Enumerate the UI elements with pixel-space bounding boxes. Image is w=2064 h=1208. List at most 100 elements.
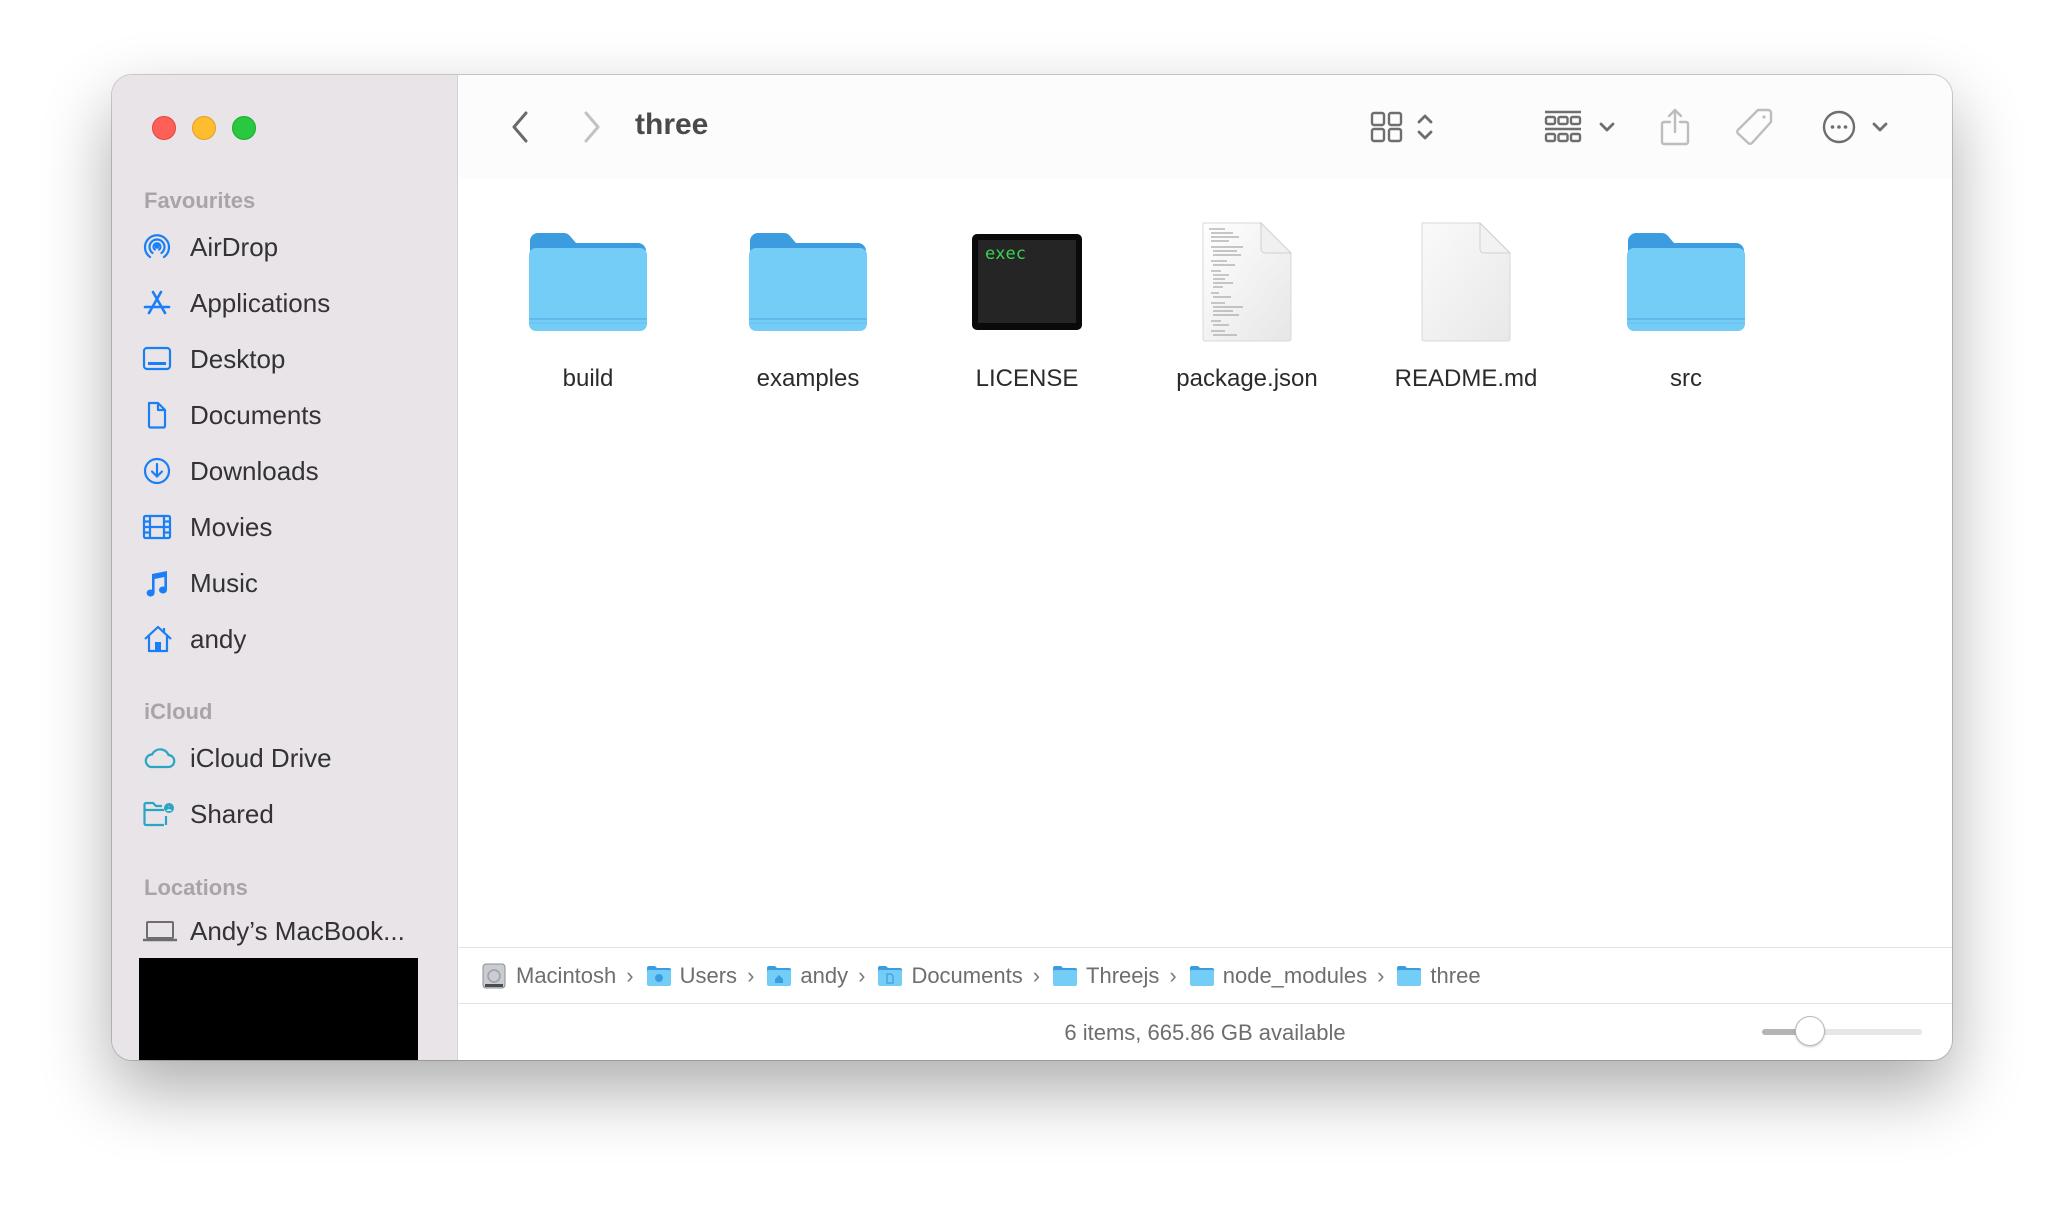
path-crumb-label: node_modules [1222,962,1368,988]
file-item-license[interactable]: exec LICENSE [927,217,1127,397]
share-icon [1660,108,1690,146]
home-folder-icon [766,964,792,988]
film-icon [142,511,178,543]
sidebar-item-applications[interactable]: Applications [142,279,437,327]
chevron-down-icon [1872,122,1888,132]
desktop-icon [142,343,178,375]
users-folder-icon [646,964,672,988]
path-crumb-label: andy [800,962,849,988]
sidebar-item-label: Downloads [190,455,319,486]
group-by-button[interactable] [1542,107,1618,147]
path-crumb-label: three [1430,962,1481,988]
path-crumb-users[interactable]: Users › [646,963,767,989]
back-button[interactable] [502,107,538,147]
slider-thumb[interactable] [1794,1016,1825,1046]
view-mode-button[interactable] [1366,107,1438,147]
close-button[interactable] [152,116,176,140]
file-item-build[interactable]: build [488,217,688,397]
finder-window: Favourites AirDrop Applications Desktop … [112,75,1952,1060]
file-name: README.md [1394,365,1538,392]
group-icon [1544,110,1582,143]
sidebar-item-label: Music [190,567,258,598]
home-icon [142,623,178,655]
path-bar: Macintosh › Users › andy › Documents › T… [458,947,1952,1004]
sidebar-item-airdrop[interactable]: AirDrop [142,223,437,271]
sidebar-item-desktop[interactable]: Desktop [142,335,437,383]
sidebar-item-andy[interactable]: andy [142,615,437,663]
text-document-icon [1177,217,1317,347]
sidebar-item-music[interactable]: Music [142,559,437,607]
file-name: examples [756,365,860,392]
folder-icon [1052,964,1078,988]
path-crumb-label: Macintosh [516,962,617,988]
laptop-icon [142,915,178,947]
download-icon [142,455,178,487]
status-text: 6 items, 665.86 GB available [1064,1020,1346,1045]
icon-grid-icon [1370,111,1403,143]
path-separator: › [1377,962,1385,988]
blank-document-icon [1396,217,1536,347]
path-crumb-documents[interactable]: Documents › [877,963,1052,989]
folder-icon [1189,964,1215,988]
sidebar-item-label: Applications [190,287,331,318]
sidebar-item-movies[interactable]: Movies [142,503,437,551]
toolbar: three [458,75,1952,179]
file-item-package-json[interactable]: package.json [1147,217,1347,397]
file-item-readme[interactable]: README.md [1366,217,1566,397]
ellipsis-circle-icon [1822,110,1856,144]
file-grid: build examples exec LICENSE package.json… [458,179,1952,947]
path-separator: › [858,962,866,988]
file-item-examples[interactable]: examples [708,217,908,397]
minimize-button[interactable] [192,116,216,140]
path-separator: › [1032,962,1041,988]
zoom-button[interactable] [232,116,256,140]
status-bar: 6 items, 665.86 GB available [458,1004,1952,1060]
share-button[interactable] [1658,107,1692,147]
sidebar-item-label: Documents [190,399,322,430]
sidebar-item-shared[interactable]: Shared [142,790,437,838]
path-crumb-node-modules[interactable]: node_modules › [1189,963,1397,989]
sidebar-item-label: andy [190,623,247,654]
tags-button[interactable] [1733,107,1775,147]
shared-folder-icon [142,798,178,830]
more-actions-button[interactable] [1818,107,1892,147]
path-crumb-macintosh[interactable]: Macintosh › [482,963,646,989]
file-item-src[interactable]: src [1586,217,1786,397]
cloud-icon [142,742,178,774]
documents-folder-icon [877,964,903,988]
applications-icon [142,287,178,319]
document-icon [142,399,178,431]
path-crumb-three[interactable]: three [1396,962,1481,989]
tag-icon [1736,108,1773,146]
chevron-right-icon [584,111,600,143]
sidebar-item-macbook[interactable]: Andy’s MacBook... [142,907,437,955]
file-name: package.json [1176,365,1318,392]
exec-label: exec [985,244,1026,264]
window-title: three [635,108,709,141]
sidebar-item-icloud-drive[interactable]: iCloud Drive [142,734,437,782]
path-crumb-andy[interactable]: andy › [766,963,877,989]
section-header-icloud: iCloud [144,699,213,724]
section-header-locations: Locations [144,875,248,900]
forward-button[interactable] [574,107,610,147]
path-separator: › [747,962,755,988]
sidebar-item-label: Movies [190,511,273,542]
sidebar: Favourites AirDrop Applications Desktop … [112,75,458,1060]
sidebar-item-label: Andy’s MacBook... [190,915,405,946]
path-crumb-label: Documents [911,962,1023,988]
file-name: build [562,365,614,392]
path-separator: › [1169,962,1177,988]
folder-icon [738,217,878,347]
folder-icon [1396,964,1422,988]
path-crumb-threejs[interactable]: Threejs › [1052,963,1189,989]
sidebar-item-documents[interactable]: Documents [142,391,437,439]
chevron-up-down-icon [1417,114,1433,140]
airdrop-icon [142,231,178,263]
sidebar-item-downloads[interactable]: Downloads [142,447,437,495]
hard-drive-icon [482,963,508,988]
file-name: src [1670,365,1702,392]
icon-size-slider[interactable] [1762,1016,1922,1046]
redacted-block [139,958,418,1060]
chevron-left-icon [512,111,528,143]
folder-icon [518,217,658,347]
